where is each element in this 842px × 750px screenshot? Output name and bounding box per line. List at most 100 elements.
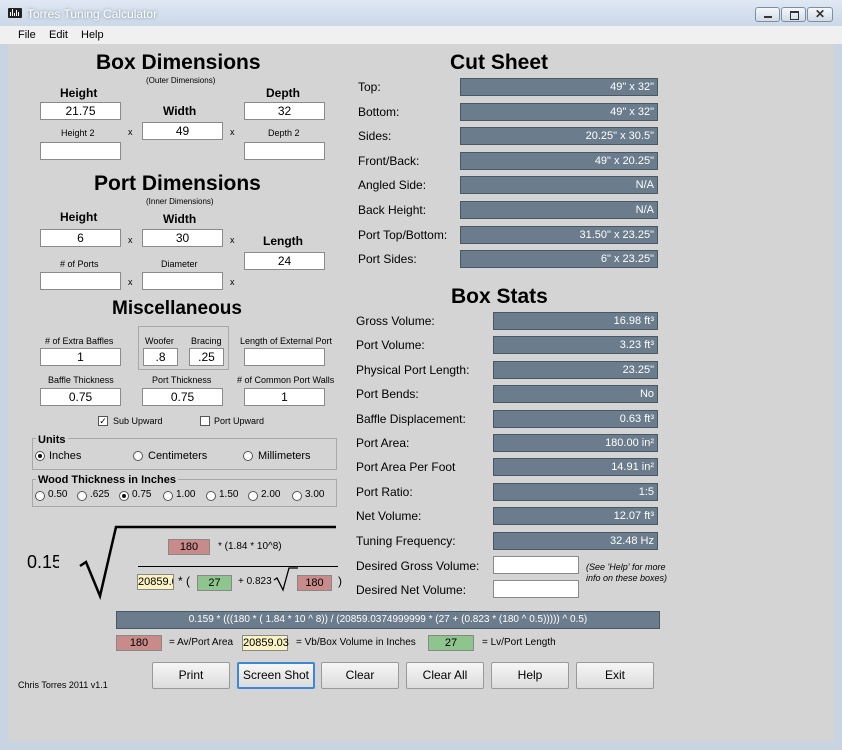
wood-200-radio[interactable] [248, 491, 258, 501]
sub-upward-checkbox[interactable]: ✓ [98, 416, 108, 426]
cut-angled-label: Angled Side: [358, 178, 427, 192]
port-thickness-input[interactable]: 0.75 [142, 388, 223, 406]
baffle-displacement-label: Baffle Displacement: [356, 412, 466, 426]
screen-shot-button[interactable]: Screen Shot [237, 662, 315, 689]
box-width-label: Width [163, 104, 197, 118]
sub-upward-label: Sub Upward [113, 416, 163, 426]
minimize-button[interactable] [755, 7, 780, 22]
units-millimeters-radio[interactable] [243, 451, 253, 461]
cut-backheight-label: Back Height: [358, 203, 427, 217]
formula-multiplier: * (1.84 * 10^8) [218, 541, 282, 552]
port-diameter-label: Diameter [161, 259, 198, 269]
external-port-input[interactable] [244, 348, 325, 366]
port-upward-label: Port Upward [214, 416, 265, 426]
legend-lv-label: = Lv/Port Length [482, 637, 556, 648]
wood-100-radio[interactable] [163, 491, 173, 501]
wood-300-radio[interactable] [292, 491, 302, 501]
formula-lv-value: 27 [197, 575, 232, 591]
woofer-label: Woofer [145, 336, 174, 346]
tuning-frequency-value: 32.48 Hz [493, 532, 658, 550]
close-button[interactable]: ✕ [807, 7, 833, 22]
app-window: Torres Tuning Calculator ✕ File Edit Hel… [0, 0, 842, 750]
cut-porttop-value: 31.50" x 23.25" [460, 226, 658, 244]
cut-bottom-label: Bottom: [358, 105, 400, 119]
wood-200-label: 2.00 [261, 489, 281, 500]
formula-coefficient: 0.159 [27, 552, 59, 572]
woofer-input[interactable]: .8 [143, 348, 178, 366]
times-sign: x [128, 235, 133, 245]
box-height2-label: Height 2 [61, 128, 95, 138]
wood-050-radio[interactable] [35, 491, 45, 501]
exit-button[interactable]: Exit [576, 662, 654, 689]
main-panel: Box Dimensions (Outer Dimensions) Height… [8, 44, 834, 741]
box-depth2-input[interactable] [244, 142, 325, 160]
formula-plus-term: + 0.823 [238, 576, 272, 587]
minimize-icon [764, 16, 772, 18]
box-depth-input[interactable]: 32 [244, 102, 325, 120]
port-area-value: 180.00 in² [493, 434, 658, 452]
cut-portsides-value: 6" x 23.25" [460, 250, 658, 268]
menu-bar: File Edit Help [0, 26, 842, 44]
port-upward-checkbox[interactable] [200, 416, 210, 426]
times-sign: x [230, 235, 235, 245]
cut-angled-value: N/A [460, 176, 658, 194]
box-height2-input[interactable] [40, 142, 121, 160]
units-inches-label: Inches [49, 450, 82, 462]
units-centimeters-radio[interactable] [133, 451, 143, 461]
box-depth-label: Depth [266, 86, 300, 100]
cut-frontback-value: 49" x 20.25" [460, 152, 658, 170]
formula-av-inner-value: 180 [297, 575, 332, 591]
formula-open-paren: * ( [178, 574, 190, 588]
wood-150-radio[interactable] [206, 491, 216, 501]
ports-count-input[interactable] [40, 272, 121, 290]
port-length-input[interactable]: 24 [244, 252, 325, 270]
print-button[interactable]: Print [152, 662, 230, 689]
legend-lv-value: 27 [428, 635, 474, 651]
physical-port-length-value: 23.25" [493, 361, 658, 379]
port-length-label: Length [263, 234, 303, 248]
cut-backheight-value: N/A [460, 201, 658, 219]
bracing-input[interactable]: .25 [189, 348, 224, 366]
gross-volume-value: 16.98 ft³ [493, 312, 658, 330]
help-button[interactable]: Help [491, 662, 569, 689]
ports-count-label: # of Ports [60, 259, 99, 269]
desired-net-input[interactable] [493, 580, 579, 598]
extra-baffles-input[interactable]: 1 [40, 348, 121, 366]
maximize-button[interactable] [781, 7, 806, 22]
common-walls-input[interactable]: 1 [244, 388, 325, 406]
units-millimeters-label: Millimeters [258, 450, 311, 462]
units-inches-radio[interactable] [35, 451, 45, 461]
wood-150-label: 1.50 [219, 489, 239, 500]
baffle-displacement-value: 0.63 ft³ [493, 410, 658, 428]
baffle-thickness-input[interactable]: 0.75 [40, 388, 121, 406]
port-diameter-input[interactable] [142, 272, 223, 290]
wood-300-label: 3.00 [305, 489, 325, 500]
desired-gross-input[interactable] [493, 556, 579, 574]
clear-button[interactable]: Clear [321, 662, 399, 689]
menu-help[interactable]: Help [81, 29, 104, 41]
port-volume-label: Port Volume: [356, 338, 425, 352]
menu-file[interactable]: File [18, 29, 36, 41]
port-width-input[interactable]: 30 [142, 229, 223, 247]
box-height-label: Height [60, 86, 98, 100]
formula-av-value: 180 [168, 539, 210, 555]
wood-0625-radio[interactable] [77, 491, 87, 501]
external-port-label: Length of External Port [240, 336, 333, 346]
box-width-input[interactable]: 49 [142, 122, 223, 140]
tuning-frequency-label: Tuning Frequency: [356, 534, 456, 548]
box-height-input[interactable]: 21.75 [40, 102, 121, 120]
formula-vb-value: 20859.03 [137, 574, 174, 590]
wood-075-radio[interactable] [119, 491, 129, 501]
title-bar: Torres Tuning Calculator ✕ [0, 0, 842, 26]
port-width-label: Width [163, 212, 197, 226]
port-height-input[interactable]: 6 [40, 229, 121, 247]
physical-port-length-label: Physical Port Length: [356, 363, 470, 377]
close-icon: ✕ [814, 7, 826, 21]
times-sign: x [128, 277, 133, 287]
units-title: Units [36, 434, 68, 446]
times-sign: x [230, 127, 235, 137]
menu-edit[interactable]: Edit [49, 29, 68, 41]
clear-all-button[interactable]: Clear All [406, 662, 484, 689]
legend-vb-value: 20859.03 [242, 635, 289, 651]
gross-volume-label: Gross Volume: [356, 314, 435, 328]
